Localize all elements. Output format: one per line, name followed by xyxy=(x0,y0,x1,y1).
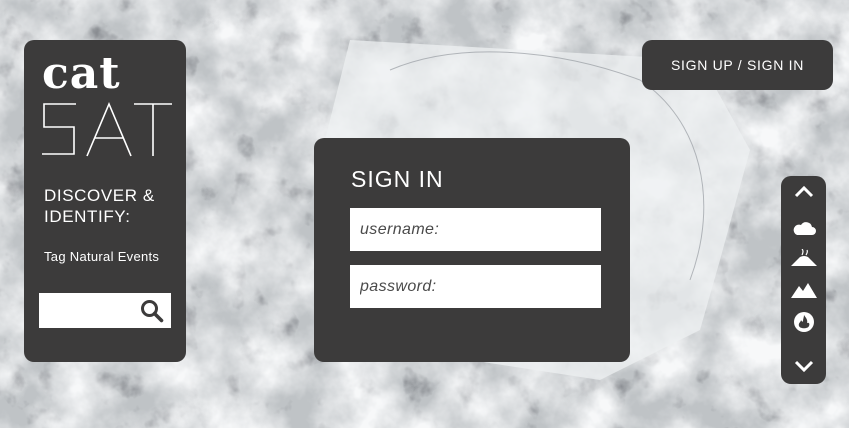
category-volcano-button[interactable] xyxy=(787,244,820,272)
volcano-icon xyxy=(790,249,817,266)
category-mountains-button[interactable] xyxy=(787,276,820,304)
cloud-icon xyxy=(793,222,816,235)
mountains-icon xyxy=(790,283,817,298)
password-field[interactable] xyxy=(350,265,601,308)
logo-sat-wordmark xyxy=(42,101,172,157)
chevron-down-icon xyxy=(794,360,813,373)
scroll-down-button[interactable] xyxy=(787,352,820,380)
event-category-rail xyxy=(781,176,826,384)
signin-panel: SIGN IN xyxy=(314,138,630,362)
signup-signin-button[interactable]: SIGN UP / SIGN IN xyxy=(642,40,833,90)
category-clouds-button[interactable] xyxy=(787,214,820,242)
left-sidebar: cat DISCOVER & IDENTIFY: Tag Natural Eve… xyxy=(24,40,186,362)
search-icon xyxy=(141,300,164,323)
scroll-up-button[interactable] xyxy=(787,178,820,206)
wildfire-icon xyxy=(793,312,814,332)
logo-cat-text: cat xyxy=(42,48,121,99)
chevron-up-icon xyxy=(794,185,813,198)
category-wildfire-button[interactable] xyxy=(787,308,820,336)
search-box xyxy=(39,293,171,328)
username-field[interactable] xyxy=(350,208,601,251)
tagline: Tag Natural Events xyxy=(44,249,160,264)
signin-title: SIGN IN xyxy=(351,166,444,192)
discover-heading: DISCOVER & IDENTIFY: xyxy=(44,186,155,226)
search-input[interactable] xyxy=(39,293,147,328)
search-button[interactable] xyxy=(139,298,165,324)
